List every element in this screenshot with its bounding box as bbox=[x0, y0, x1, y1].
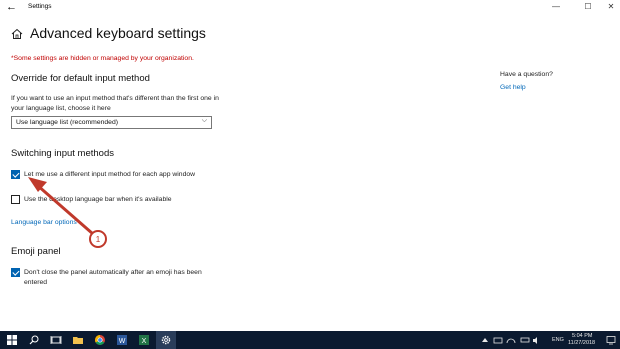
switching-heading: Switching input methods bbox=[11, 148, 114, 159]
settings-icon[interactable] bbox=[160, 334, 172, 346]
clock-time[interactable]: 5:04 PM bbox=[572, 333, 592, 339]
per-app-input-label: Let me use a different input method for … bbox=[24, 171, 196, 178]
minimize-button[interactable]: — bbox=[549, 2, 563, 11]
windows-logo-icon[interactable] bbox=[6, 334, 18, 346]
task-view-icon[interactable] bbox=[50, 334, 62, 346]
get-help-link[interactable]: Get help bbox=[500, 84, 526, 91]
svg-text:W: W bbox=[119, 338, 126, 345]
per-app-input-checkbox[interactable] bbox=[11, 170, 20, 179]
desktop-language-bar-checkbox[interactable] bbox=[11, 195, 20, 204]
arrow-shaft bbox=[35, 183, 95, 236]
window-title: Settings bbox=[28, 3, 52, 10]
step-number: 1 bbox=[96, 235, 101, 244]
input-method-select[interactable]: Use language list (recommended) ⌵ bbox=[11, 116, 212, 129]
language-indicator[interactable]: ENG bbox=[552, 337, 564, 343]
close-button[interactable]: ✕ bbox=[604, 2, 618, 11]
home-icon[interactable] bbox=[11, 28, 23, 40]
excel-icon[interactable]: X bbox=[138, 334, 150, 346]
emoji-panel-label: Don't close the panel automatically afte… bbox=[24, 269, 202, 286]
chrome-icon[interactable] bbox=[94, 334, 106, 346]
file-explorer-icon[interactable] bbox=[72, 334, 84, 346]
override-description: If you want to use an input method that'… bbox=[11, 95, 219, 112]
svg-text:X: X bbox=[142, 338, 147, 345]
page-title: Advanced keyboard settings bbox=[30, 25, 206, 41]
emoji-heading: Emoji panel bbox=[11, 246, 61, 257]
managed-warning: *Some settings are hidden or managed by … bbox=[11, 55, 194, 62]
notification-icon[interactable] bbox=[606, 335, 616, 345]
system-tray-icons[interactable] bbox=[480, 335, 540, 345]
title-bar: ← Settings — ☐ ✕ bbox=[0, 0, 620, 16]
language-bar-options-link[interactable]: Language bar options bbox=[11, 219, 77, 226]
desktop-language-bar-label: Use the desktop language bar when it's a… bbox=[24, 196, 172, 203]
select-value: Use language list (recommended) bbox=[16, 119, 119, 126]
override-heading: Override for default input method bbox=[11, 73, 150, 84]
emoji-panel-checkbox[interactable] bbox=[11, 268, 20, 277]
back-arrow-icon[interactable]: ← bbox=[6, 1, 17, 13]
word-icon[interactable]: W bbox=[116, 334, 128, 346]
search-icon[interactable] bbox=[28, 334, 40, 346]
step-badge bbox=[89, 230, 107, 248]
clock-date[interactable]: 11/27/2018 bbox=[568, 340, 595, 346]
taskbar: W X ENG 5:04 PM 11/27/2018 bbox=[0, 331, 620, 349]
maximize-button[interactable]: ☐ bbox=[581, 2, 595, 11]
chevron-down-icon: ⌵ bbox=[201, 117, 207, 124]
have-a-question-label: Have a question? bbox=[500, 71, 553, 78]
